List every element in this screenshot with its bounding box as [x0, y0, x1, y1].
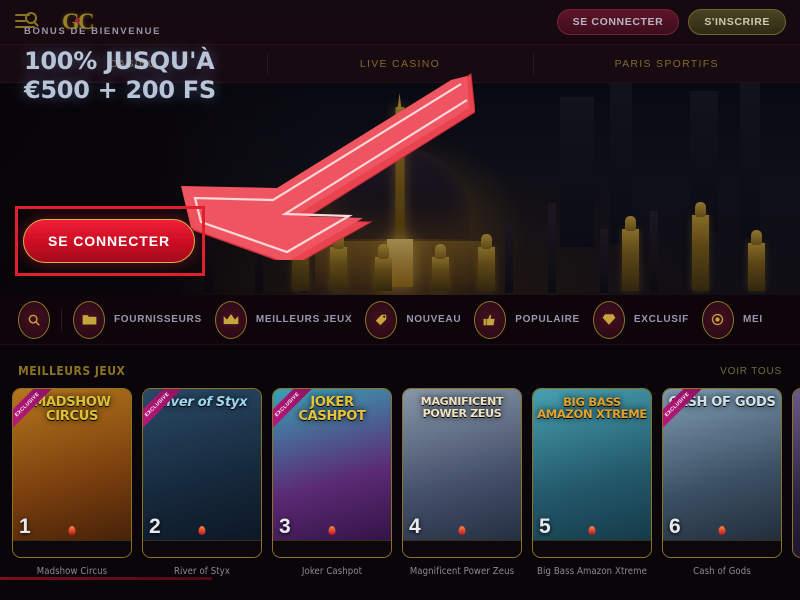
carousel-scrollbar-track[interactable]	[0, 577, 800, 590]
game-card[interactable]: EXCLUSIVE CASH OF GODS 6	[662, 388, 782, 558]
category-item-exclusif[interactable]: EXCLUSIF	[592, 300, 702, 339]
game-card[interactable]: MAGNIFICENT POWER ZEUS 4	[402, 388, 522, 558]
game-card[interactable]: EXCLUSIVE River of Styx 2	[142, 388, 262, 558]
header-signup-button[interactable]: S'INSCRIRE	[688, 9, 786, 35]
section-title: MEILLEURS JEUX	[18, 364, 126, 378]
game-art-title: BIG BASS AMAZON XTREME	[537, 395, 647, 422]
category-item-meilleurs-jeux[interactable]: MEILLEURS JEUX	[214, 300, 365, 339]
game-rank-number: 1	[19, 515, 31, 538]
hero-content: BONUS DE BIENVENUE 100% JUSQU'À €500 + 2…	[0, 0, 230, 212]
category-item-partial[interactable]: MEI	[701, 300, 776, 339]
category-bar: FOURNISSEURS MEILLEURS JEUX NOUVEAU POPU…	[0, 295, 800, 345]
section-header: MEILLEURS JEUX VOIR TOUS	[0, 358, 800, 384]
folder-icon[interactable]	[73, 300, 105, 339]
medal-icon[interactable]	[701, 300, 734, 339]
hero-eyebrow: BONUS DE BIENVENUE	[24, 26, 162, 37]
flame-icon	[458, 526, 466, 535]
card-footer	[143, 540, 261, 557]
card-footer	[533, 540, 651, 557]
search-icon[interactable]	[18, 300, 50, 339]
flame-icon	[588, 526, 596, 535]
crown-icon[interactable]	[214, 300, 247, 339]
category-label-fournisseurs[interactable]: FOURNISSEURS	[114, 314, 202, 325]
card-footer	[663, 540, 781, 557]
card-footer	[273, 540, 391, 557]
category-label-nouveau[interactable]: NOUVEAU	[406, 314, 461, 325]
diamond-icon[interactable]	[592, 300, 625, 339]
card-footer	[13, 540, 131, 557]
card-footer	[403, 540, 521, 557]
game-rank-number: 2	[149, 515, 161, 538]
thumbs-up-icon[interactable]	[474, 300, 507, 339]
game-card-partial[interactable]	[792, 388, 800, 558]
game-rank-number: 3	[279, 515, 291, 538]
game-label: River of Styx	[174, 566, 230, 577]
game-card[interactable]: EXCLUSIVE MADSHOW CIRCUS 1	[12, 388, 132, 558]
game-card-row: EXCLUSIVE MADSHOW CIRCUS 1 EXCLUSIVE Riv…	[12, 388, 800, 558]
game-card[interactable]: BIG BASS AMAZON XTREME 5	[532, 388, 652, 558]
flame-icon	[718, 526, 726, 535]
category-separator	[61, 308, 62, 331]
tag-icon[interactable]	[365, 300, 398, 339]
flame-icon	[198, 526, 206, 535]
category-item-nouveau[interactable]: NOUVEAU	[365, 300, 474, 339]
game-rank-number: 6	[669, 515, 681, 538]
game-label: Magnificent Power Zeus	[409, 566, 515, 577]
game-rank-number: 4	[409, 515, 421, 538]
flame-icon	[68, 526, 76, 535]
game-label: Joker Cashpot	[301, 566, 363, 577]
category-item-fournisseurs[interactable]: FOURNISSEURS	[73, 300, 215, 339]
game-label: Big Bass Amazon Xtreme	[537, 566, 647, 577]
game-label: Cash of Gods	[693, 566, 751, 577]
hero-headline-line-2: €500 + 200 FS	[24, 76, 216, 105]
nav-tab-live-casino[interactable]: LIVE CASINO	[266, 45, 534, 83]
hero-headline-line-1: 100% JUSQU'À	[24, 47, 215, 75]
header-actions: SE CONNECTER S'INSCRIRE	[556, 9, 786, 35]
nav-tab-paris-sportifs[interactable]: PARIS SPORTIFS	[533, 45, 800, 83]
game-art-title: MAGNIFICENT POWER ZEUS	[420, 395, 504, 420]
category-label-populaire[interactable]: POPULAIRE	[515, 314, 580, 325]
game-label-row: Madshow Circus River of Styx Joker Cashp…	[12, 566, 800, 577]
carousel-scrollbar-thumb[interactable]	[0, 577, 212, 580]
category-item-populaire[interactable]: POPULAIRE	[474, 300, 593, 339]
hero-headline: 100% JUSQU'À €500 + 200 FS	[24, 47, 230, 106]
hero-login-cta-button[interactable]: SE CONNECTER	[23, 219, 195, 263]
see-all-link[interactable]: VOIR TOUS	[720, 366, 782, 377]
header-login-button[interactable]: SE CONNECTER	[556, 9, 680, 35]
game-label: Madshow Circus	[36, 566, 108, 577]
category-label-exclusif[interactable]: EXCLUSIF	[634, 314, 689, 325]
flame-icon	[328, 526, 336, 535]
game-rank-number: 5	[539, 515, 551, 538]
game-card[interactable]: EXCLUSIVE JOKER CASHPOT 3	[272, 388, 392, 558]
category-label-meilleurs-jeux[interactable]: MEILLEURS JEUX	[256, 314, 352, 325]
category-label-partial[interactable]: MEI	[743, 314, 763, 325]
